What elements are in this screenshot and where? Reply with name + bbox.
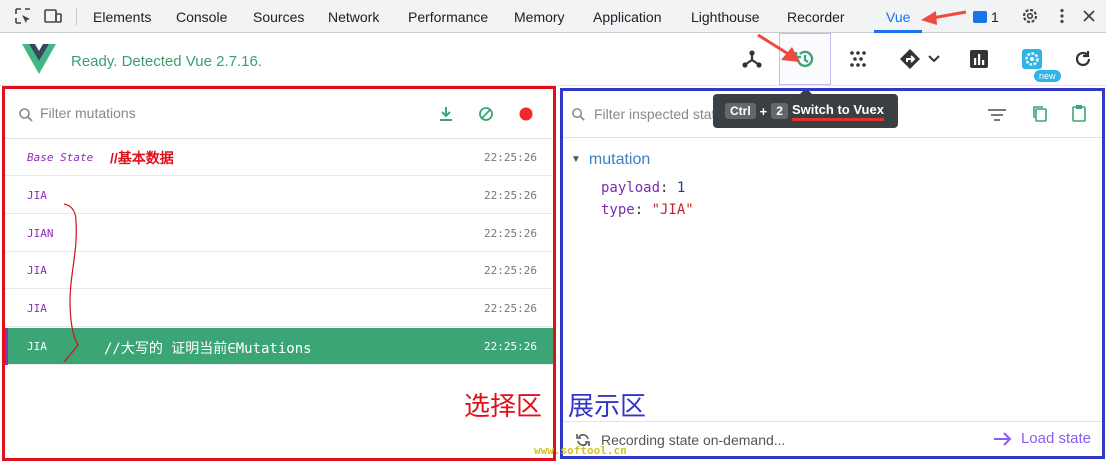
tab-recorder[interactable]: Recorder: [787, 9, 845, 25]
routing-diamond-icon: [900, 49, 920, 69]
tab-console[interactable]: Console: [176, 9, 227, 25]
bar-chart-icon: [970, 50, 988, 68]
chat-icon: [973, 11, 987, 23]
display-area-label: 展示区: [568, 392, 647, 422]
routing-dropdown-button[interactable]: [890, 33, 950, 85]
events-dots-icon: [850, 51, 866, 67]
selection-area-label: 选择区: [464, 392, 543, 422]
history-icon: [794, 50, 814, 68]
device-toolbar-icon[interactable]: [44, 7, 62, 25]
tab-lighthouse[interactable]: Lighthouse: [691, 9, 760, 25]
refresh-icon: [1075, 51, 1091, 67]
tab-performance[interactable]: Performance: [408, 9, 488, 25]
components-button[interactable]: [726, 33, 778, 85]
close-devtools-icon[interactable]: [1080, 7, 1098, 25]
settings-icon: [1022, 49, 1042, 69]
events-button[interactable]: [832, 33, 884, 85]
vue-logo-icon: [22, 44, 56, 74]
performance-button[interactable]: [953, 33, 1005, 85]
inspect-element-icon[interactable]: [14, 7, 32, 25]
chevron-down-icon: [928, 55, 940, 63]
new-badge: new: [1034, 70, 1061, 82]
tab-network[interactable]: Network: [328, 9, 379, 25]
tab-application[interactable]: Application: [593, 9, 662, 25]
tab-memory[interactable]: Memory: [514, 9, 565, 25]
vue-devtools-header: Ready. Detected Vue 2.7.16.: [0, 33, 1106, 86]
devtools-tab-bar: Elements Console Sources Network Perform…: [0, 0, 1106, 33]
settings-gear-icon[interactable]: [1021, 7, 1039, 25]
refresh-button[interactable]: [1059, 33, 1106, 85]
tab-elements[interactable]: Elements: [93, 9, 151, 25]
vuex-timeline-button[interactable]: [779, 33, 831, 85]
components-tree-icon: [742, 50, 762, 68]
messages-badge[interactable]: 1: [973, 9, 999, 25]
watermark: www.softool.cn: [534, 444, 627, 457]
more-options-icon[interactable]: [1053, 7, 1071, 25]
detection-status: Ready. Detected Vue 2.7.16.: [71, 53, 262, 70]
tab-vue[interactable]: Vue: [886, 9, 910, 25]
tab-sources[interactable]: Sources: [253, 9, 304, 25]
toolbar-divider: [76, 8, 77, 26]
